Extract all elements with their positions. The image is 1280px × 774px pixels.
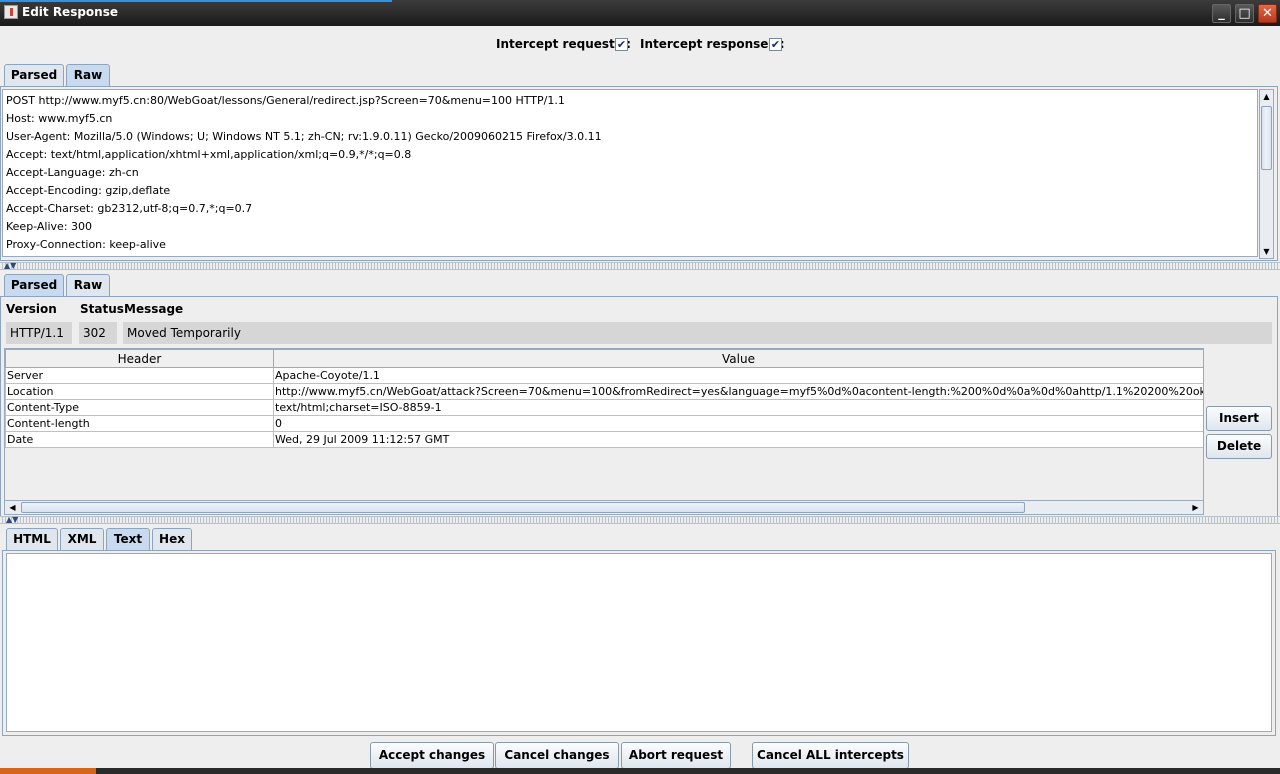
tab-body-html[interactable]: HTML (6, 528, 58, 550)
close-icon: ✕ (1262, 6, 1273, 21)
request-line: Proxy-Connection: keep-alive (6, 238, 166, 251)
header-name-cell[interactable]: Content-Type (5, 399, 274, 416)
request-vertical-scrollbar[interactable]: ▲ ▼ (1259, 89, 1274, 259)
request-line: Keep-Alive: 300 (6, 220, 93, 233)
request-line: Accept-Charset: gb2312,utf-8;q=0.7,*;q=0… (6, 202, 253, 215)
column-header-header[interactable]: Header (5, 349, 274, 368)
message-label: Message (124, 302, 184, 316)
cancel-changes-button[interactable]: Cancel changes (495, 742, 619, 769)
scrollbar-thumb[interactable] (1261, 106, 1272, 170)
maximize-button[interactable]: □ (1235, 4, 1254, 23)
version-field[interactable]: HTTP/1.1 (6, 322, 72, 344)
headers-table[interactable]: Header Value Server Apache-Coyote/1.1 Lo… (4, 348, 1204, 503)
collapse-arrows-icon[interactable]: ▲▼ (6, 515, 18, 524)
request-line: Host: www.myf5.cn (6, 112, 113, 125)
checkmark-icon: ✔ (616, 38, 627, 51)
title-bar[interactable]: Edit Response _ □ ✕ (0, 0, 1280, 26)
table-row[interactable]: Location http://www.myf5.cn/WebGoat/atta… (5, 383, 1203, 400)
header-name-cell[interactable]: Location (5, 383, 274, 400)
tab-response-parsed[interactable]: Parsed (4, 274, 64, 296)
tab-response-raw[interactable]: Raw (66, 274, 110, 296)
title-bar-accent (0, 0, 392, 2)
response-body-textarea[interactable] (6, 553, 1272, 732)
splitter-handle[interactable] (0, 262, 1280, 270)
scrollbar-thumb[interactable] (21, 502, 1025, 513)
insert-button[interactable]: Insert (1206, 406, 1272, 431)
tab-body-text[interactable]: Text (106, 528, 150, 550)
intercept-requests-label: Intercept requests : (496, 37, 631, 51)
request-line: Accept-Encoding: gzip,deflate (6, 184, 171, 197)
tab-request-parsed[interactable]: Parsed (4, 64, 64, 86)
table-row[interactable]: Content-length 0 (5, 415, 1203, 432)
header-name-cell[interactable]: Content-length (5, 415, 274, 432)
checkmark-icon: ✔ (770, 38, 781, 51)
minimize-button[interactable]: _ (1212, 4, 1231, 23)
splitter-handle[interactable] (0, 516, 1280, 524)
abort-request-button[interactable]: Abort request (621, 742, 731, 769)
java-app-icon (4, 5, 18, 19)
request-line: POST http://www.myf5.cn:80/WebGoat/lesso… (6, 94, 565, 107)
intercept-responses-checkbox[interactable]: ✔ (769, 38, 782, 51)
accept-changes-button[interactable]: Accept changes (370, 742, 494, 769)
tab-body-xml[interactable]: XML (60, 528, 104, 550)
window-title: Edit Response (22, 5, 118, 19)
header-value-cell[interactable]: text/html;charset=ISO-8859-1 (273, 399, 1203, 416)
status-field[interactable]: 302 (79, 322, 117, 344)
taskbar-accent (0, 768, 96, 774)
minimize-icon: _ (1218, 6, 1225, 21)
taskbar-strip (0, 768, 1280, 774)
arrow-down-icon[interactable]: ▼ (1260, 245, 1273, 258)
headers-horizontal-scrollbar[interactable]: ◀ ▶ (4, 500, 1204, 515)
arrow-left-icon[interactable]: ◀ (6, 501, 19, 514)
delete-button[interactable]: Delete (1206, 434, 1272, 459)
status-label: Status (80, 302, 124, 316)
request-line: Accept-Language: zh-cn (6, 166, 139, 179)
header-value-cell[interactable]: Apache-Coyote/1.1 (273, 367, 1203, 384)
version-label: Version (6, 302, 57, 316)
table-row[interactable]: Content-Type text/html;charset=ISO-8859-… (5, 399, 1203, 416)
intercept-requests-checkbox[interactable]: ✔ (615, 38, 628, 51)
table-row[interactable]: Date Wed, 29 Jul 2009 11:12:57 GMT (5, 431, 1203, 448)
intercept-responses-label: Intercept responses : (640, 37, 785, 51)
request-line: User-Agent: Mozilla/5.0 (Windows; U; Win… (6, 130, 602, 143)
close-button[interactable]: ✕ (1258, 4, 1277, 23)
header-name-cell[interactable]: Server (5, 367, 274, 384)
header-value-cell[interactable]: Wed, 29 Jul 2009 11:12:57 GMT (273, 431, 1203, 448)
header-value-cell[interactable]: http://www.myf5.cn/WebGoat/attack?Screen… (273, 383, 1203, 400)
maximize-icon: □ (1238, 6, 1251, 21)
header-name-cell[interactable]: Date (5, 431, 274, 448)
request-line: Accept: text/html,application/xhtml+xml,… (6, 148, 412, 161)
table-row[interactable]: Server Apache-Coyote/1.1 (5, 367, 1203, 384)
arrow-up-icon[interactable]: ▲ (1260, 90, 1273, 103)
message-field[interactable]: Moved Temporarily (123, 322, 1272, 344)
cancel-all-intercepts-button[interactable]: Cancel ALL intercepts (752, 742, 909, 769)
tab-request-raw[interactable]: Raw (66, 64, 110, 86)
header-value-cell[interactable]: 0 (273, 415, 1203, 432)
column-header-value[interactable]: Value (273, 349, 1203, 368)
arrow-right-icon[interactable]: ▶ (1189, 501, 1202, 514)
collapse-arrows-icon[interactable]: ▲▼ (4, 261, 16, 270)
request-raw-textarea[interactable]: POST http://www.myf5.cn:80/WebGoat/lesso… (2, 89, 1258, 257)
tab-body-hex[interactable]: Hex (152, 528, 192, 550)
